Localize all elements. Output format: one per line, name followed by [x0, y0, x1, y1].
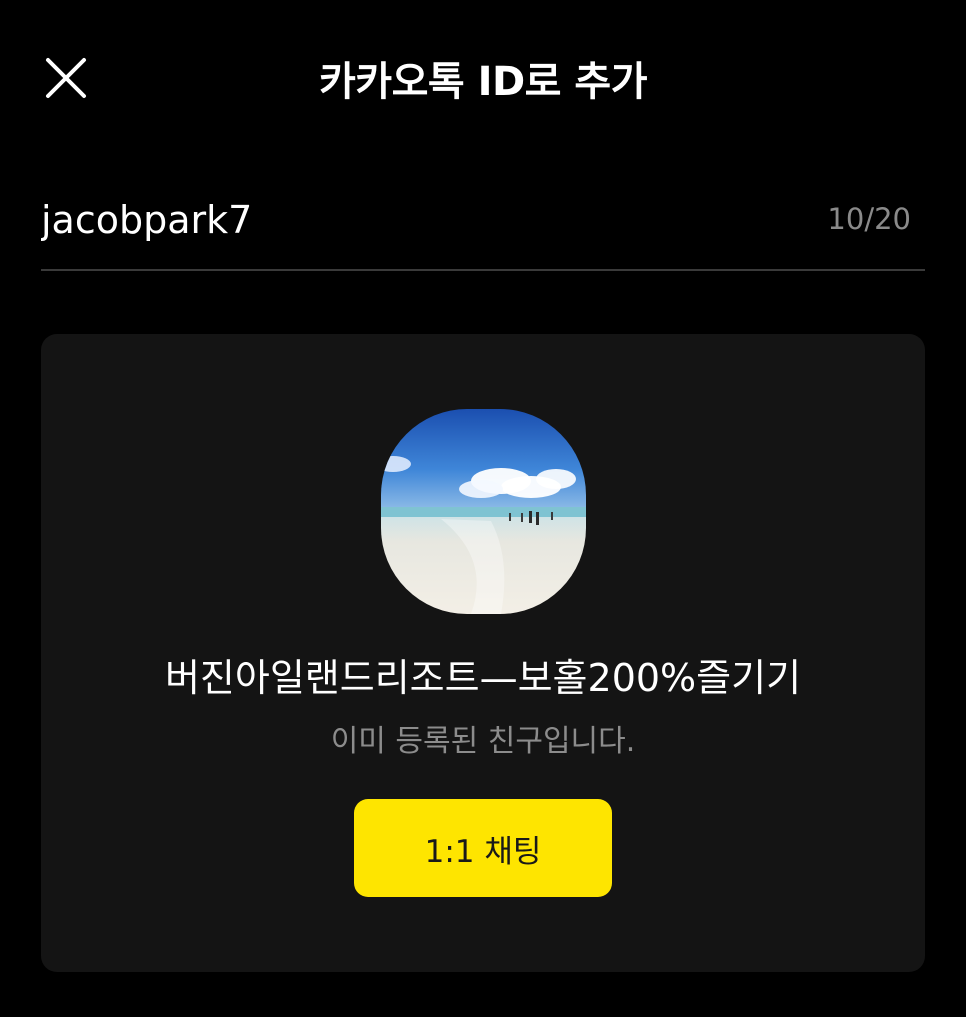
one-on-one-chat-button[interactable]: 1:1 채팅 [354, 799, 612, 897]
kakao-id-input[interactable] [41, 190, 781, 250]
friend-status-text: 이미 등록된 친구입니다. [330, 724, 636, 759]
profile-photo-beach [381, 409, 586, 614]
char-counter: 10/20 [827, 202, 911, 236]
header: 카카오톡 ID로 추가 [0, 0, 966, 170]
search-result-card: 버진아일랜드리조트—보홀200%즐기기 이미 등록된 친구입니다. 1:1 채팅 [41, 334, 925, 972]
friend-name: 버진아일랜드리조트—보홀200%즐기기 [164, 656, 802, 700]
profile-avatar[interactable] [381, 409, 586, 614]
page-title: 카카오톡 ID로 추가 [318, 59, 648, 105]
id-search-field: 10/20 [41, 180, 925, 271]
